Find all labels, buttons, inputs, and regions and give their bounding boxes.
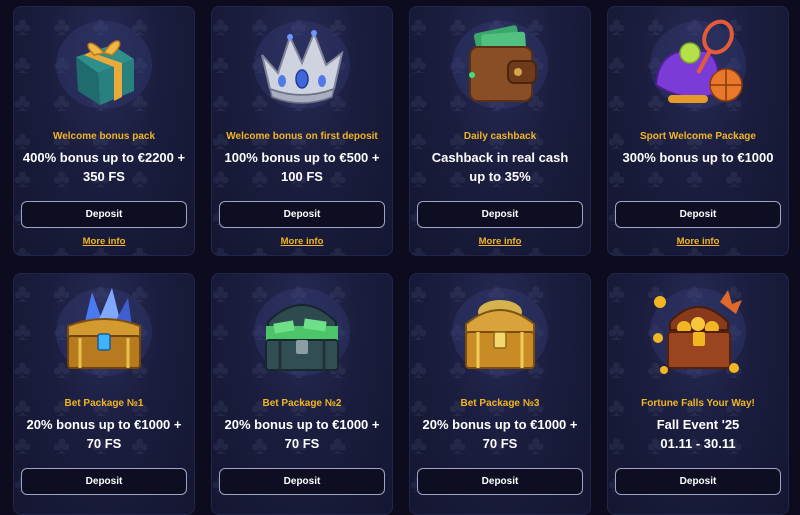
deposit-button[interactable]: Deposit — [219, 468, 385, 495]
coin-chest-icon — [650, 288, 746, 376]
deposit-button[interactable]: Deposit — [615, 468, 781, 495]
card-subtitle: Bet Package №3 — [460, 398, 540, 409]
promo-card-fall-event[interactable]: ♣♣♣♣♣♣♣♣♣♣♣♣♣♣♣♣♣♣♣♣♣♣♣♣♣♣♣♣ Fortune Fal… — [607, 273, 789, 515]
more-info-link[interactable]: More info — [14, 236, 194, 247]
card-subtitle: Welcome bonus pack — [52, 131, 156, 142]
deposit-button[interactable]: Deposit — [21, 201, 187, 228]
more-info-link[interactable]: More info — [608, 236, 788, 247]
promo-card-sport-welcome[interactable]: ♣♣♣♣♣♣♣♣♣♣♣♣♣♣♣♣♣♣♣♣♣♣♣♣♣♣♣♣ Sport Welco… — [607, 6, 789, 256]
crystal-chest-icon — [56, 288, 152, 376]
card-title: Cashback in real cash up to 35% — [431, 150, 569, 184]
card-title: 20% bonus up to €1000 + 70 FS — [422, 417, 578, 451]
card-subtitle: Bet Package №1 — [64, 398, 144, 409]
promo-card-bet-package-1[interactable]: ♣♣♣♣♣♣♣♣♣♣♣♣♣♣♣♣♣♣♣♣♣♣♣♣♣♣♣♣ Bet Package… — [13, 273, 195, 515]
more-info-link[interactable]: More info — [212, 236, 392, 247]
deposit-button[interactable]: Deposit — [219, 201, 385, 228]
card-title: 100% bonus up to €500 + 100 FS — [224, 150, 380, 184]
promo-card-bet-package-2[interactable]: ♣♣♣♣♣♣♣♣♣♣♣♣♣♣♣♣♣♣♣♣♣♣♣♣♣♣♣♣ Bet Package… — [211, 273, 393, 515]
gift-box-icon — [56, 21, 152, 109]
wallet-cash-icon — [452, 21, 548, 109]
card-subtitle: Daily cashback — [463, 131, 537, 142]
deposit-button[interactable]: Deposit — [417, 468, 583, 495]
promo-card-welcome-pack[interactable]: ♣♣♣♣♣♣♣♣♣♣♣♣♣♣♣♣♣♣♣♣♣♣♣♣♣♣♣♣ Welcome bon… — [13, 6, 195, 256]
card-subtitle: Sport Welcome Package — [640, 131, 756, 142]
card-title: 400% bonus up to €2200 + 350 FS — [22, 150, 186, 184]
deposit-button[interactable]: Deposit — [21, 468, 187, 495]
card-title: 20% bonus up to €1000 + 70 FS — [26, 417, 182, 451]
promo-card-bet-package-3[interactable]: ♣♣♣♣♣♣♣♣♣♣♣♣♣♣♣♣♣♣♣♣♣♣♣♣♣♣♣♣ Bet Package… — [409, 273, 591, 515]
card-subtitle: Welcome bonus on first deposit — [226, 131, 378, 142]
deposit-button[interactable]: Deposit — [615, 201, 781, 228]
silver-crown-icon — [254, 21, 350, 109]
sport-bag-icon — [650, 19, 746, 109]
gold-chest-icon — [452, 288, 548, 376]
money-chest-icon — [254, 288, 350, 376]
promotions-grid: ♣♣♣♣♣♣♣♣♣♣♣♣♣♣♣♣♣♣♣♣♣♣♣♣♣♣♣♣ Welcome bon… — [0, 0, 800, 515]
promo-card-first-deposit[interactable]: ♣♣♣♣♣♣♣♣♣♣♣♣♣♣♣♣♣♣♣♣♣♣♣♣♣♣♣♣ Welcome bon… — [211, 6, 393, 256]
card-title: Fall Event '25 01.11 - 30.11 — [656, 417, 740, 451]
promo-card-daily-cashback[interactable]: ♣♣♣♣♣♣♣♣♣♣♣♣♣♣♣♣♣♣♣♣♣♣♣♣♣♣♣♣ Daily cashb… — [409, 6, 591, 256]
more-info-link[interactable]: More info — [410, 236, 590, 247]
card-subtitle: Fortune Falls Your Way! — [641, 398, 755, 409]
card-subtitle: Bet Package №2 — [262, 398, 342, 409]
card-title: 20% bonus up to €1000 + 70 FS — [224, 417, 380, 451]
deposit-button[interactable]: Deposit — [417, 201, 583, 228]
card-title: 300% bonus up to €1000 — [622, 150, 774, 165]
